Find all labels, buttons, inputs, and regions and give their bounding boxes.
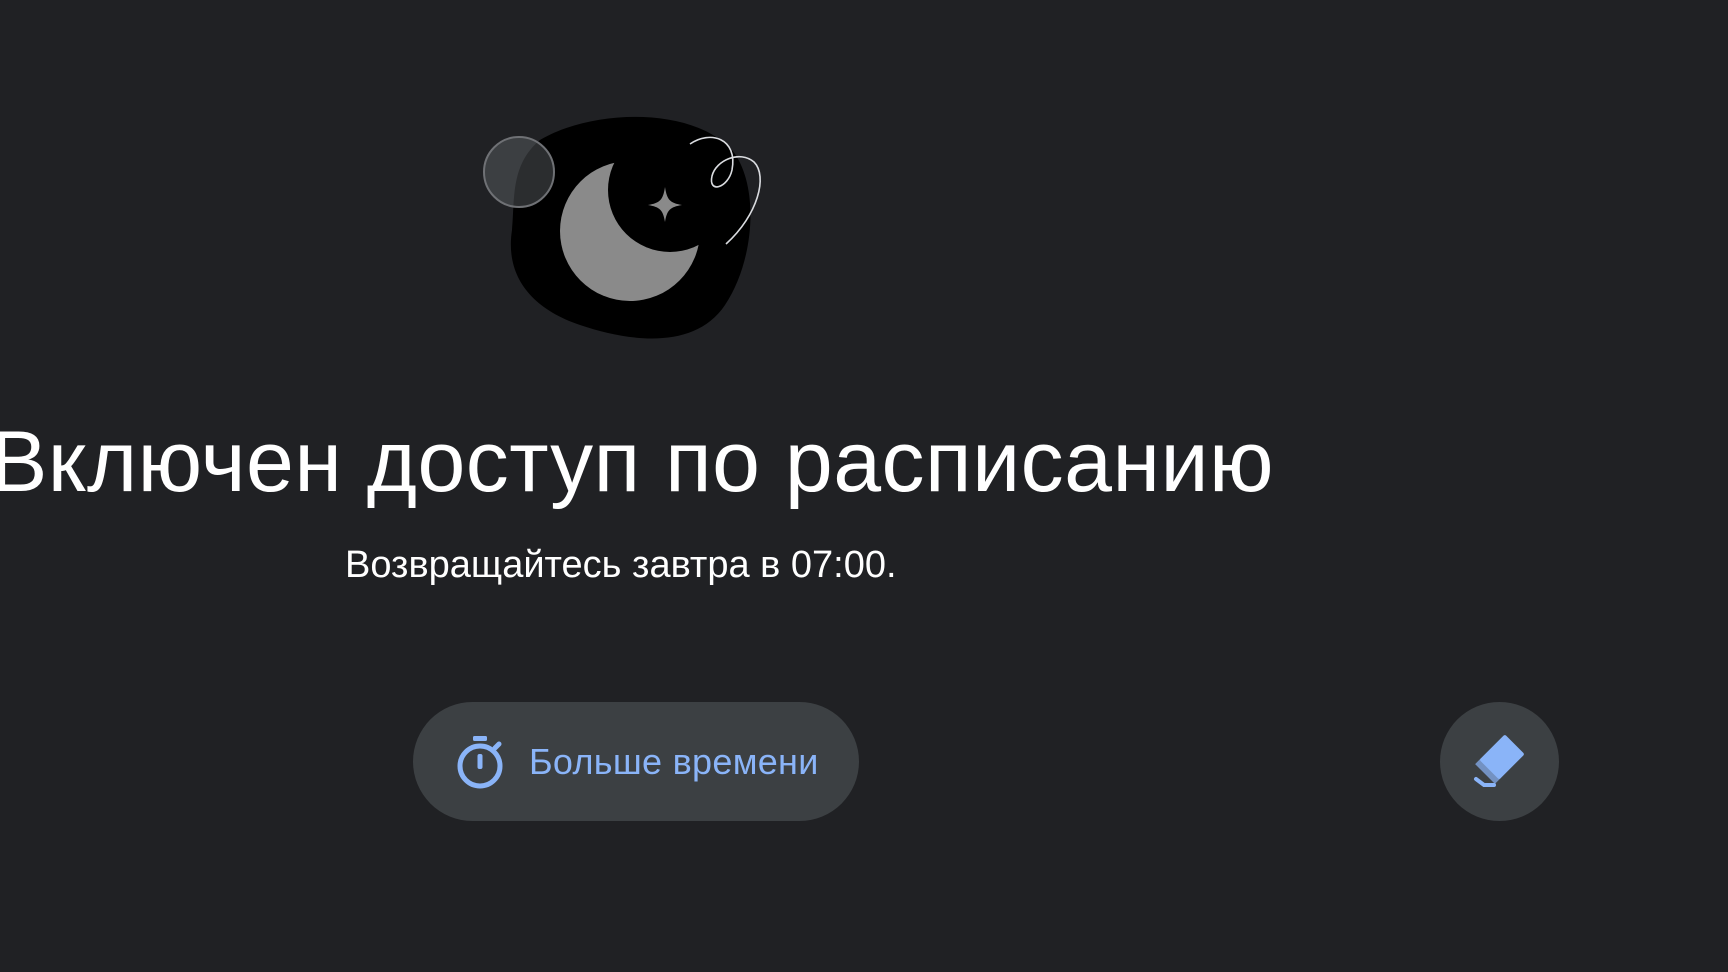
- eraser-action-button[interactable]: [1440, 702, 1559, 821]
- more-time-button[interactable]: Больше времени: [413, 702, 859, 821]
- more-time-label: Больше времени: [529, 740, 819, 782]
- deco-circle: [483, 136, 555, 208]
- eraser-icon: [1470, 729, 1530, 794]
- bedtime-illustration: [470, 110, 780, 350]
- timer-icon: [455, 734, 505, 790]
- moon-shape: [560, 161, 700, 301]
- page-title: Включен доступ по расписанию: [0, 414, 1275, 510]
- return-time-text: Возвращайтесь завтра в 07:00.: [345, 544, 897, 586]
